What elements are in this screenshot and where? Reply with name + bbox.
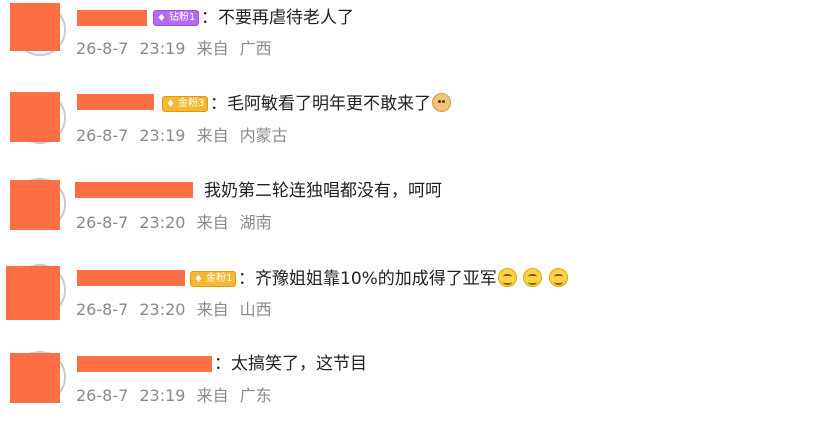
- diamond-icon: ♦: [157, 12, 166, 24]
- fan-badge-label: 钻粉1: [169, 12, 196, 23]
- comment-from-label: 来自: [196, 386, 229, 405]
- comment-date: 26-8-7: [76, 300, 129, 319]
- gold-diamond-icon: ♦: [194, 273, 203, 285]
- comment-text: ：太搞笑了，这节目: [214, 354, 367, 374]
- comment-text-content: ：毛阿敏看了明年更不敢来了: [210, 94, 431, 114]
- avatar[interactable]: [10, 180, 60, 230]
- comment-item: 我奶第二轮连独唱都没有，呵呵 26-8-7 23:20 来自 湖南: [0, 172, 840, 252]
- avatar[interactable]: [10, 353, 60, 403]
- comment-text: 我奶第二轮连独唱都没有，呵呵: [204, 181, 442, 201]
- comment-item: ♦ 金粉1 ：齐豫姐姐靠10%的加成得了亚军 26-8-7 23:20 来自 山…: [0, 258, 840, 338]
- smile-emoji: [497, 268, 517, 287]
- smile-emoji: [548, 268, 568, 287]
- comment-location: 广东: [239, 386, 272, 405]
- comment-meta: 26-8-7 23:19 来自 内蒙古: [76, 126, 288, 146]
- comment-item: ♦ 钻粉1 ：不要再虐待老人了 26-8-7 23:19 来自 广西: [0, 0, 840, 80]
- avatar[interactable]: [6, 266, 60, 320]
- comment-time: 23:19: [139, 126, 186, 145]
- comment-from-label: 来自: [196, 300, 229, 319]
- comment-date: 26-8-7: [76, 213, 129, 232]
- fan-badge-label: 金粉1: [206, 273, 233, 284]
- comment-date: 26-8-7: [76, 39, 129, 58]
- fan-badge[interactable]: ♦ 金粉1: [190, 271, 237, 287]
- username-redacted[interactable]: [77, 94, 154, 110]
- comment-text: ：齐豫姐姐靠10%的加成得了亚军: [238, 268, 568, 290]
- username-redacted[interactable]: [77, 270, 185, 286]
- comment-time: 23:20: [139, 213, 186, 232]
- fan-badge[interactable]: ♦ 金粉3: [162, 96, 209, 112]
- comment-location: 广西: [239, 39, 272, 58]
- comment-meta: 26-8-7 23:19 来自 广西: [76, 39, 272, 59]
- gold-diamond-icon: ♦: [166, 98, 175, 110]
- comment-date: 26-8-7: [76, 126, 129, 145]
- username-redacted[interactable]: [77, 10, 147, 26]
- username-redacted[interactable]: [75, 182, 193, 198]
- comment-meta: 26-8-7 23:19 来自 广东: [76, 386, 272, 406]
- comment-date: 26-8-7: [76, 386, 129, 405]
- username-redacted[interactable]: [77, 356, 212, 372]
- comment-text: ：毛阿敏看了明年更不敢来了: [210, 93, 451, 115]
- comment-list: ♦ 钻粉1 ：不要再虐待老人了 26-8-7 23:19 来自 广西 ♦ 金粉3…: [0, 0, 840, 409]
- doge-emoji: [432, 93, 451, 112]
- comment-time: 23:19: [139, 386, 186, 405]
- comment-from-label: 来自: [196, 213, 229, 232]
- comment-text: ：不要再虐待老人了: [201, 8, 354, 28]
- comment-from-label: 来自: [196, 39, 229, 58]
- comment-time: 23:20: [139, 300, 186, 319]
- comment-text-content: ：齐豫姐姐靠10%的加成得了亚军: [238, 269, 497, 289]
- comment-location: 内蒙古: [239, 126, 288, 145]
- smile-emoji: [523, 268, 543, 287]
- fan-badge-label: 金粉3: [178, 98, 205, 109]
- avatar[interactable]: [10, 92, 60, 142]
- comment-meta: 26-8-7 23:20 来自 山西: [76, 300, 272, 320]
- fan-badge[interactable]: ♦ 钻粉1: [153, 10, 200, 26]
- comment-meta: 26-8-7 23:20 来自 湖南: [76, 213, 272, 233]
- comment-location: 山西: [239, 300, 272, 319]
- avatar[interactable]: [10, 3, 60, 51]
- comment-item: ：太搞笑了，这节目 26-8-7 23:19 来自 广东: [0, 345, 840, 425]
- comment-item: ♦ 金粉3 ：毛阿敏看了明年更不敢来了 26-8-7 23:19 来自 内蒙古: [0, 84, 840, 164]
- comment-location: 湖南: [239, 213, 272, 232]
- comment-time: 23:19: [139, 39, 186, 58]
- comment-from-label: 来自: [196, 126, 229, 145]
